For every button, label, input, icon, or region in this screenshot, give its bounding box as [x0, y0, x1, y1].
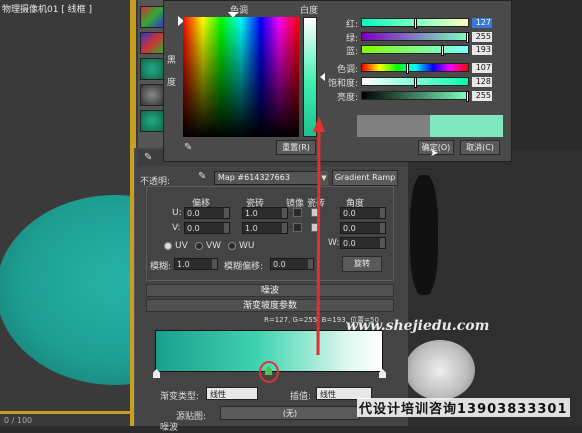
annotation-arrow	[313, 116, 325, 356]
footer-ad: 代设计培训咨询13903833301	[357, 398, 570, 417]
watermark: www.shejiedu.com	[346, 318, 490, 334]
